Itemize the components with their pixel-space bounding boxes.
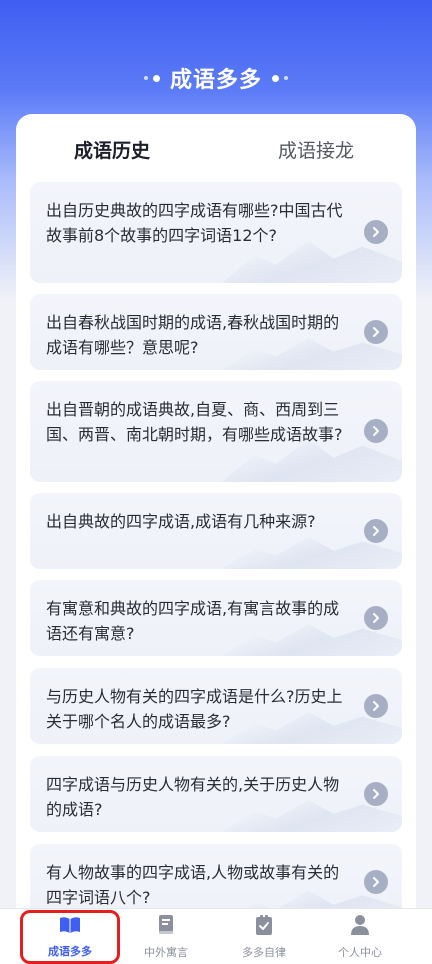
- question-text: 出自典故的四字成语,成语有几种来源?: [46, 512, 316, 531]
- tab-label: 成语历史: [74, 140, 151, 162]
- tab-label: 个人中心: [338, 946, 382, 959]
- chevron-right-icon[interactable]: [364, 870, 388, 894]
- question-text: 四字成语与历史人物有关的,关于历史人物的成语?: [46, 775, 340, 819]
- app-title-text: 成语多多: [169, 68, 262, 93]
- tab-label: 中外寓言: [144, 946, 188, 959]
- content-card: 成语历史 成语接龙 出自历史典故的四字成语有哪些?中国古代故事前8个故事的四字词…: [16, 114, 416, 924]
- chevron-right-icon[interactable]: [364, 519, 388, 543]
- chevron-right-icon[interactable]: [364, 419, 388, 443]
- app-title: 成语多多: [0, 60, 432, 96]
- tab-idiom-history[interactable]: 成语历史: [74, 136, 151, 163]
- question-text: 有寓意和典故的四字成语,有寓言故事的成语还有寓意?: [46, 599, 340, 643]
- checklist-icon: [254, 914, 274, 940]
- list-item[interactable]: 出自历史典故的四字成语有哪些?中国古代故事前8个故事的四字词语12个?: [30, 182, 402, 283]
- tab-label: 多多自律: [242, 946, 286, 959]
- list-item[interactable]: 有寓意和典故的四字成语,有寓言故事的成语还有寓意?: [30, 580, 402, 656]
- closed-book-icon: [156, 914, 176, 940]
- tab-self-discipline[interactable]: 多多自律: [216, 909, 312, 964]
- question-text: 与历史人物有关的四字成语是什么?历史上关于哪个名人的成语最多?: [46, 687, 343, 731]
- chevron-right-icon[interactable]: [364, 320, 388, 344]
- selection-highlight: [20, 910, 120, 964]
- list-item[interactable]: 出自晋朝的成语典故,自夏、商、西周到三国、两晋、南北朝时期，有哪些成语故事?: [30, 381, 402, 482]
- tab-idiom-chain[interactable]: 成语接龙: [278, 136, 354, 163]
- chevron-right-icon[interactable]: [364, 606, 388, 630]
- chevron-right-icon[interactable]: [364, 782, 388, 806]
- list-item[interactable]: 出自典故的四字成语,成语有几种来源?: [30, 493, 402, 569]
- question-text: 有人物故事的四字成语,人物或故事有关的四字词语八个?: [46, 863, 340, 907]
- list-item[interactable]: 与历史人物有关的四字成语是什么?历史上关于哪个名人的成语最多?: [30, 668, 402, 744]
- question-text: 出自晋朝的成语典故,自夏、商、西周到三国、两晋、南北朝时期，有哪些成语故事?: [46, 400, 343, 444]
- tab-fables[interactable]: 中外寓言: [118, 909, 214, 964]
- list-item[interactable]: 出自春秋战国时期的成语,春秋战国时期的成语有哪些？意思呢?: [30, 294, 402, 370]
- tab-profile[interactable]: 个人中心: [312, 909, 408, 964]
- question-text: 出自春秋战国时期的成语,春秋战国时期的成语有哪些？意思呢?: [46, 313, 340, 357]
- list-item[interactable]: 四字成语与历史人物有关的,关于历史人物的成语?: [30, 756, 402, 832]
- person-icon: [350, 914, 370, 940]
- chevron-right-icon[interactable]: [364, 694, 388, 718]
- chevron-right-icon[interactable]: [364, 220, 388, 244]
- title-decoration-left: [143, 74, 160, 82]
- title-decoration-right: [272, 74, 288, 82]
- tab-label: 成语接龙: [278, 140, 355, 162]
- tab-bar-top: 成语历史 成语接龙: [16, 114, 416, 180]
- question-text: 出自历史典故的四字成语有哪些?中国古代故事前8个故事的四字词语12个?: [46, 201, 343, 245]
